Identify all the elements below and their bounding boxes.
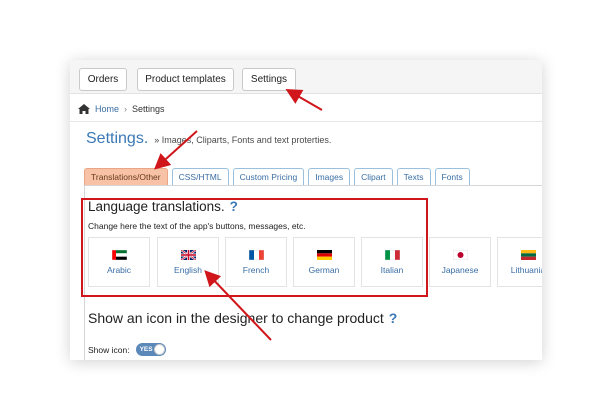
tab-clipart[interactable]: Clipart	[354, 168, 393, 185]
tab-texts[interactable]: Texts	[396, 168, 431, 185]
toggle-knob	[153, 344, 165, 355]
show-icon-row: Show icon: YES	[88, 343, 166, 356]
settings-window: Orders Product templates Settings Home ›…	[70, 60, 542, 360]
language-card-japanese[interactable]: Japanese	[429, 237, 491, 287]
language-translations-highlight	[81, 198, 428, 297]
home-icon[interactable]	[78, 104, 90, 114]
page-title: Settings.	[86, 130, 149, 147]
tab-images[interactable]: Images	[308, 168, 351, 185]
tab-fonts[interactable]: Fonts	[434, 168, 470, 185]
product-templates-button[interactable]: Product templates	[137, 68, 234, 91]
language-card-lithuanian[interactable]: Lithuania	[497, 237, 542, 287]
tab-custom-pricing[interactable]: Custom Pricing	[232, 168, 305, 185]
header-divider	[70, 121, 542, 122]
show-icon-heading: Show an icon in the designer to change p…	[88, 310, 397, 326]
breadcrumb-separator: ›	[124, 104, 128, 114]
top-nav: Orders Product templates Settings	[70, 60, 542, 94]
page-header: Settings. » Images, Cliparts, Fonts and …	[86, 130, 331, 148]
breadcrumb: Home › Settings	[78, 102, 165, 116]
page-subtitle: » Images, Cliparts, Fonts and text prote…	[154, 135, 332, 145]
help-icon[interactable]: ?	[389, 310, 398, 326]
breadcrumb-current: Settings	[132, 104, 165, 114]
lithuania-flag-icon	[520, 249, 536, 260]
language-name: Lithuania	[510, 264, 542, 275]
japan-flag-icon	[452, 249, 468, 260]
tab-css-html[interactable]: CSS/HTML	[171, 168, 229, 185]
show-icon-title: Show an icon in the designer to change p…	[88, 310, 384, 326]
show-icon-label: Show icon:	[88, 344, 130, 355]
tab-translations[interactable]: Translations/Other	[84, 168, 168, 185]
settings-tabs: Translations/Other CSS/HTML Custom Prici…	[84, 168, 470, 185]
toggle-state-label: YES	[139, 346, 153, 353]
settings-button[interactable]: Settings	[242, 68, 296, 91]
show-icon-toggle[interactable]: YES	[135, 343, 166, 356]
language-name: Japanese	[441, 264, 479, 275]
breadcrumb-home-link[interactable]: Home	[95, 104, 119, 114]
tab-underline	[84, 185, 542, 186]
orders-button[interactable]: Orders	[79, 68, 127, 91]
